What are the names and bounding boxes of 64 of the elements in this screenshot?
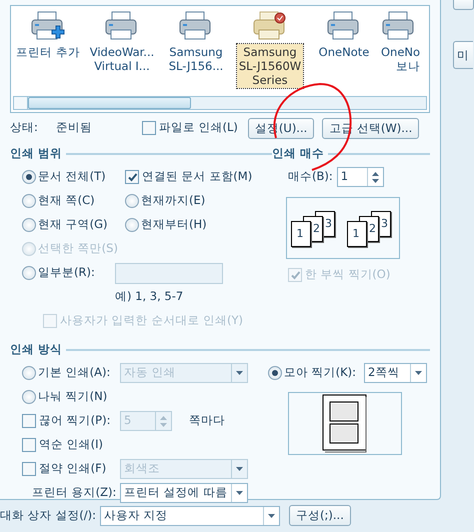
field-label: 매수(B): bbox=[288, 168, 333, 186]
horizontal-scrollbar[interactable] bbox=[13, 96, 427, 110]
printer-icon bbox=[252, 10, 288, 42]
radio-label: 문서 전체(T) bbox=[38, 168, 106, 186]
radio-label: 나눠 찍기(N) bbox=[38, 388, 108, 406]
down-arrow-icon[interactable] bbox=[372, 178, 379, 182]
radio-button[interactable] bbox=[22, 218, 36, 232]
printer-item[interactable]: 프린터 추가 bbox=[14, 44, 82, 60]
radio-label: 현재 구역(G) bbox=[38, 216, 108, 234]
dropdown[interactable]: 프린터 설정에 따름 bbox=[120, 483, 248, 503]
number-spinner[interactable]: 1 bbox=[336, 167, 384, 187]
page-number: 1 bbox=[347, 221, 367, 247]
section-title: 인쇄 범위 bbox=[10, 145, 62, 162]
field-label: 대화 상자 설정(/): bbox=[0, 506, 96, 524]
checkbox-label: 사용자가 입력한 순서대로 인쇄(Y) bbox=[60, 312, 243, 330]
button[interactable]: 구성(;)... bbox=[289, 505, 351, 526]
caret-icon[interactable] bbox=[236, 491, 243, 495]
printer-item[interactable]: OneNote bbox=[316, 44, 372, 60]
status-value: 준비됨 bbox=[56, 119, 92, 136]
caret-icon[interactable] bbox=[268, 514, 276, 518]
checkbox-label: 파일로 인쇄(L) bbox=[158, 119, 238, 136]
checkbox[interactable] bbox=[142, 121, 156, 135]
checkbox-label: 절약 인쇄(F) bbox=[39, 460, 106, 478]
checkbox[interactable] bbox=[22, 438, 36, 452]
radio-button[interactable] bbox=[22, 170, 36, 184]
radio-button[interactable] bbox=[22, 266, 36, 280]
radio-label: 현재부터(H) bbox=[141, 216, 207, 234]
radio-label: 현재 쪽(C) bbox=[38, 192, 95, 210]
printer-item[interactable]: OneNo 보나 bbox=[381, 44, 420, 74]
checkbox[interactable] bbox=[22, 462, 36, 476]
section-title: 인쇄 매수 bbox=[272, 145, 324, 162]
field-label: 프린터 용지(Z): bbox=[32, 484, 116, 502]
dropdown[interactable]: 사용자 지정 bbox=[100, 506, 280, 526]
status-label: 상태: bbox=[10, 119, 38, 136]
radio-label: 선택한 쪽만(S) bbox=[38, 240, 118, 258]
radio-label: 모아 찍기(K): bbox=[284, 364, 356, 382]
printer-item[interactable]: Samsung SL-J1560W Series bbox=[236, 44, 304, 88]
checkbox-label: 끊어 찍기(P): bbox=[39, 412, 110, 430]
radio-button[interactable] bbox=[22, 390, 36, 404]
button[interactable] bbox=[453, 0, 474, 10]
radio-label: 현재까지(E) bbox=[141, 192, 206, 210]
dropdown[interactable]: 2쪽씩 bbox=[364, 363, 428, 383]
printer-item[interactable]: VideoWar... Virtual I... bbox=[88, 44, 156, 74]
radio-label: 기본 인쇄(A): bbox=[38, 364, 110, 382]
field-label: 쪽마다 bbox=[189, 412, 225, 430]
checkbox[interactable] bbox=[22, 414, 36, 428]
radio-button[interactable] bbox=[125, 218, 139, 232]
radio-label: 일부분(R): bbox=[38, 264, 95, 282]
checkbox-label: 역순 인쇄(I) bbox=[39, 436, 104, 454]
checkbox-label: 한 부씩 찍기(O) bbox=[305, 266, 390, 284]
printer-item[interactable]: Samsung SL-J156... bbox=[166, 44, 226, 74]
radio-button[interactable] bbox=[22, 366, 36, 380]
radio-button[interactable] bbox=[125, 194, 139, 208]
caret-icon[interactable] bbox=[415, 371, 422, 375]
add-printer-icon bbox=[30, 10, 66, 42]
up-arrow-icon[interactable] bbox=[372, 172, 379, 176]
checkbox[interactable] bbox=[125, 170, 139, 184]
section-title: 인쇄 방식 bbox=[10, 341, 62, 358]
radio-button[interactable] bbox=[268, 366, 282, 380]
radio-button[interactable] bbox=[22, 194, 36, 208]
page-number: 1 bbox=[291, 221, 311, 247]
button[interactable]: 미 bbox=[453, 41, 473, 69]
checkbox-label: 연결된 문서 포함(M) bbox=[142, 168, 252, 186]
example-text: 예) 1, 3, 5-7 bbox=[115, 288, 184, 306]
